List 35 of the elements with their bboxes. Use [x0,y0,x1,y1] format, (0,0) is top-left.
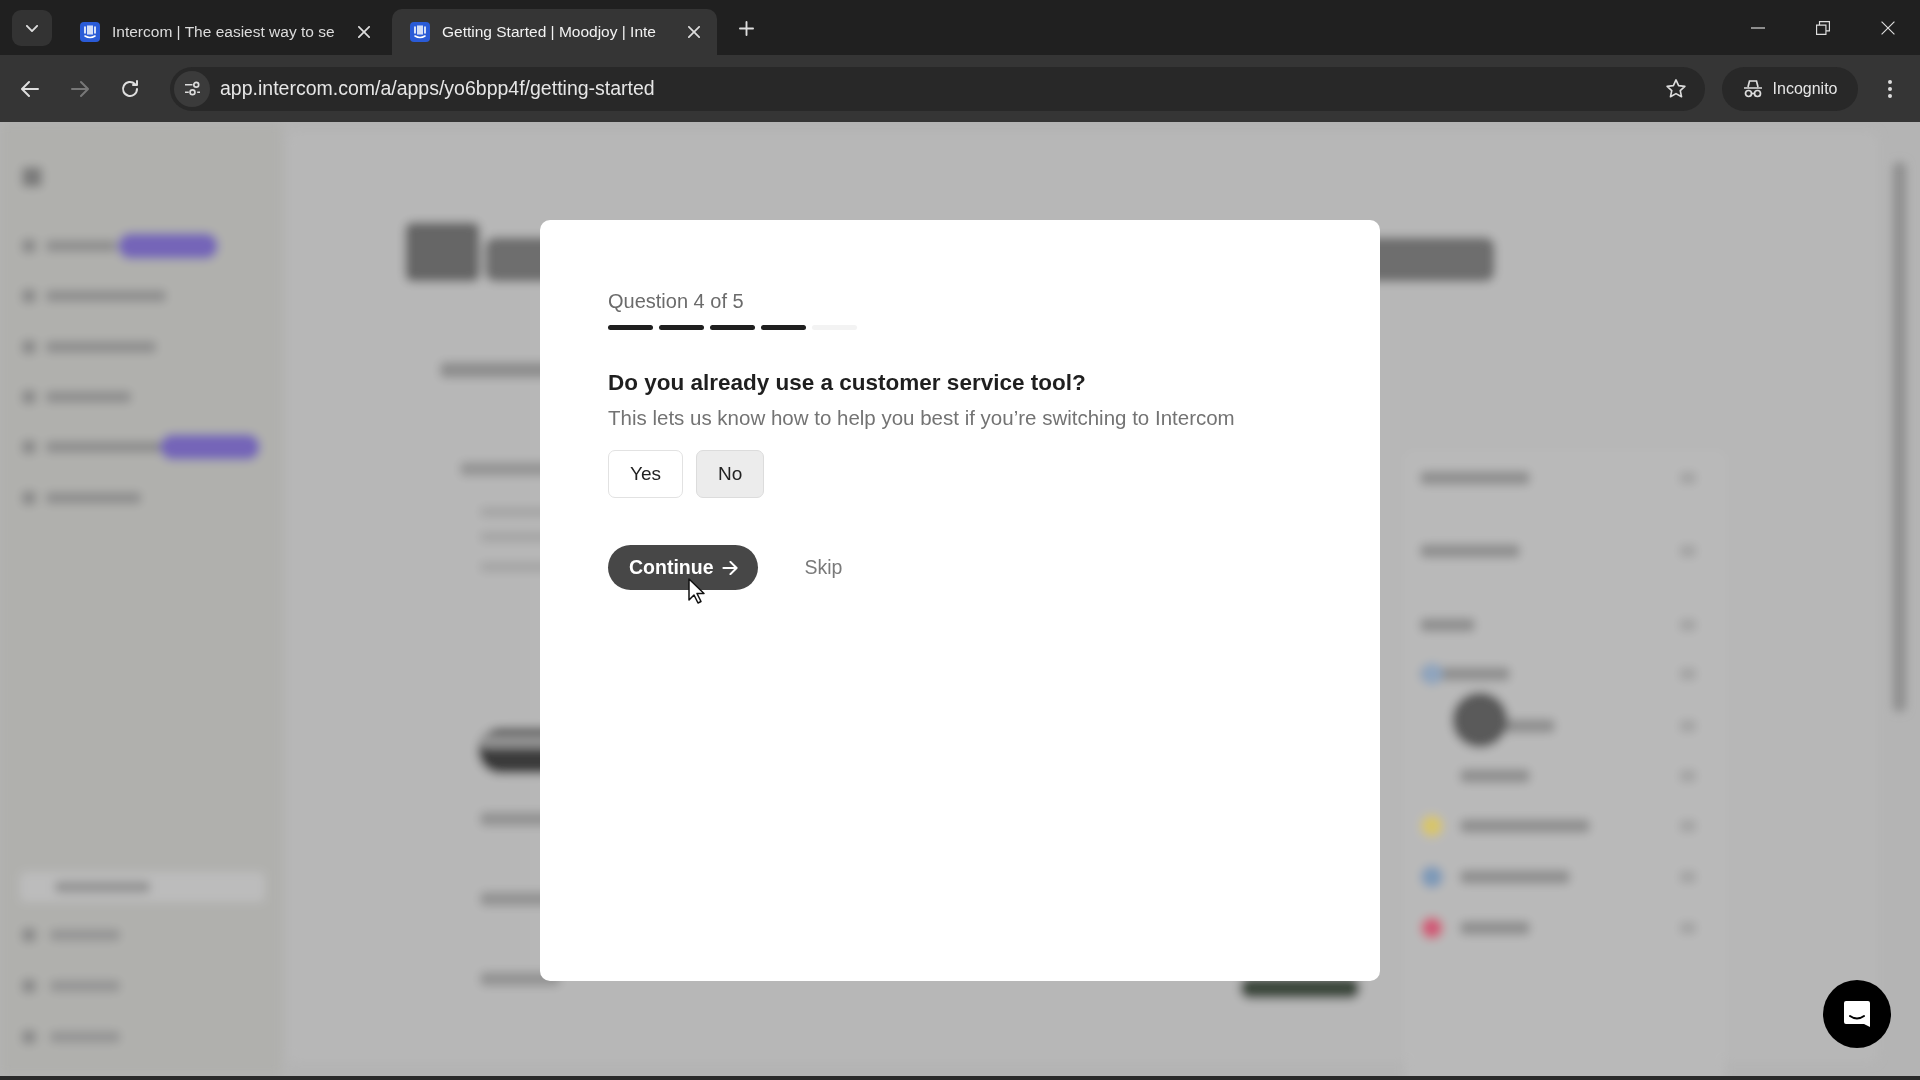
chevron-down-icon [26,24,38,32]
arrow-right-icon [722,560,739,575]
question-hint: This lets us know how to help you best if you’re switching to Intercom [608,406,1235,430]
question-counter: Question 4 of 5 [608,290,744,312]
restore-icon [1815,20,1830,35]
reload-icon [121,79,139,98]
tab-title: Intercom | The easiest way to se [112,23,336,41]
forward-arrow-icon [71,79,89,98]
tab-list-button[interactable] [12,10,52,46]
back-arrow-icon [21,79,39,98]
logo-icon [80,22,100,42]
incognito-icon [1742,79,1763,98]
site-info-button[interactable] [174,70,210,107]
answer-option[interactable]: Yes [608,450,683,498]
cursor-icon [688,578,706,604]
close-icon [358,26,370,38]
skip-link[interactable]: Skip [804,556,843,579]
close-icon [688,26,700,38]
star-icon [1666,79,1686,98]
close-icon [1880,20,1895,35]
plus-icon [738,20,754,36]
question-title: Do you already use a customer service tool? [608,369,1086,397]
chat-icon [1842,999,1872,1029]
url-text[interactable]: app.intercom.com/a/apps/yo6bpp4f/getting-started [220,77,1661,100]
minimize-icon [1750,26,1765,29]
continue-button[interactable]: Continue [608,545,759,590]
sliders-icon [183,81,201,96]
browser-tab[interactable]: Intercom | The easiest way to se [62,9,387,55]
answer-option[interactable]: No [696,450,765,498]
tab-title: Getting Started | Moodjoy | Inte [442,23,657,41]
browser-tab[interactable]: Getting Started | Moodjoy | Inte [392,9,717,55]
menu-icon [1888,79,1892,98]
incognito-button[interactable]: Incognito [1722,66,1858,111]
logo-icon [410,22,430,42]
address-bar[interactable]: app.intercom.com/a/apps/yo6bpp4f/getting-started [170,66,1705,111]
